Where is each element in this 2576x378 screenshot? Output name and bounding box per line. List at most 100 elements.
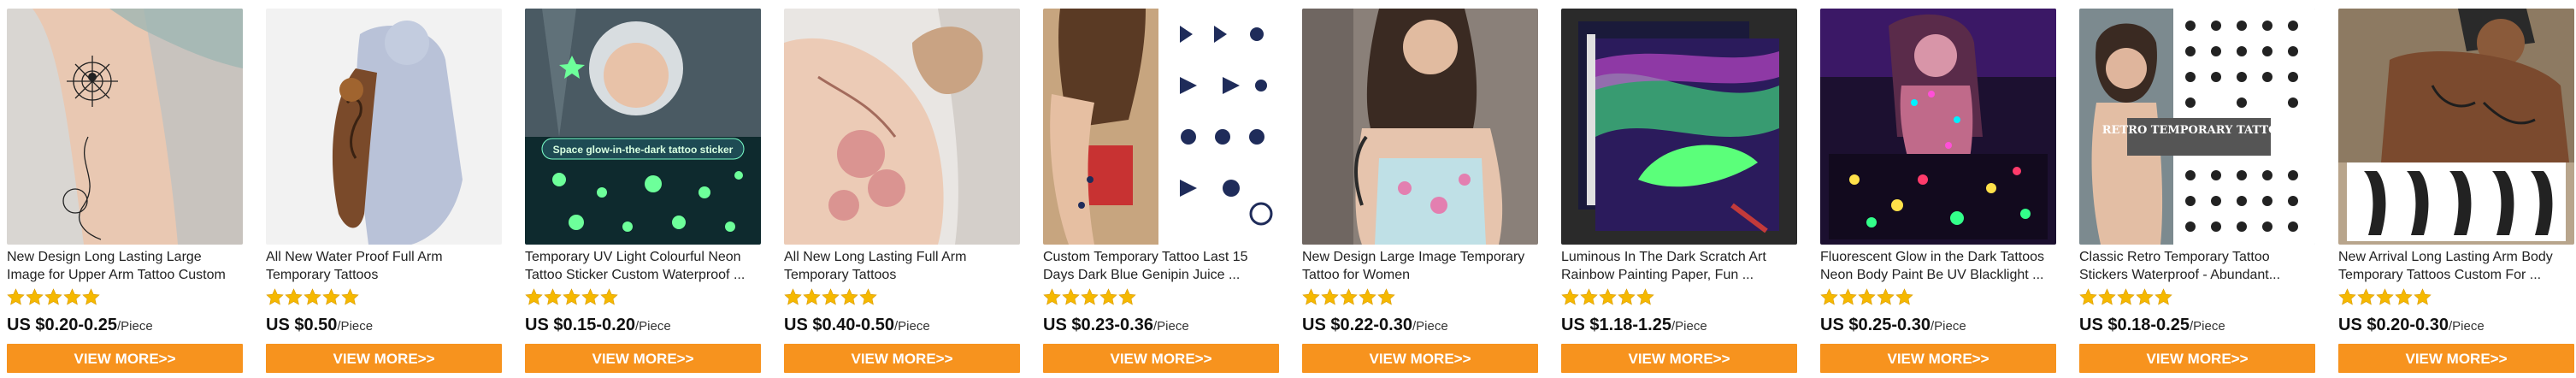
product-title[interactable]: Temporary UV Light Colourful Neon Tattoo…	[525, 248, 761, 292]
product-price: US $0.50/Piece	[266, 316, 374, 334]
star-icon	[544, 288, 562, 305]
star-icon	[2357, 288, 2375, 305]
product-card[interactable]: New Arrival Long Lasting Arm Body Tempor…	[2338, 9, 2574, 375]
rating-stars	[1820, 288, 1913, 312]
star-icon	[1636, 288, 1654, 305]
star-icon	[26, 288, 44, 305]
rating-stars	[2338, 288, 2432, 312]
view-more-button[interactable]: VIEW MORE>>	[1302, 344, 1538, 373]
product-title[interactable]: Fluorescent Glow in the Dark Tattoos Neo…	[1820, 248, 2056, 292]
view-more-button[interactable]: VIEW MORE>>	[1561, 344, 1797, 373]
star-icon	[2376, 288, 2394, 305]
star-icon	[7, 288, 25, 305]
star-icon	[1302, 288, 1320, 305]
rating-stars	[1302, 288, 1395, 312]
product-price: US $0.20-0.30/Piece	[2338, 316, 2485, 334]
star-icon	[1377, 288, 1395, 305]
star-icon	[2155, 288, 2172, 305]
product-card[interactable]: All New Water Proof Full Arm Temporary T…	[266, 9, 502, 375]
product-card[interactable]: All New Long Lasting Full Arm Temporary …	[784, 9, 1020, 375]
star-icon	[1118, 288, 1136, 305]
product-title[interactable]: Luminous In The Dark Scratch Art Rainbow…	[1561, 248, 1797, 292]
product-price: US $0.15-0.20/Piece	[525, 316, 671, 334]
star-icon	[840, 288, 858, 305]
star-icon	[1081, 288, 1099, 305]
star-icon	[1561, 288, 1579, 305]
star-icon	[822, 288, 840, 305]
star-icon	[2098, 288, 2116, 305]
product-title[interactable]: Classic Retro Temporary Tattoo Stickers …	[2079, 248, 2315, 292]
star-icon	[2395, 288, 2413, 305]
view-more-button[interactable]: VIEW MORE>>	[525, 344, 761, 373]
view-more-button[interactable]: VIEW MORE>>	[7, 344, 243, 373]
product-image[interactable]	[7, 9, 243, 245]
view-more-button[interactable]: VIEW MORE>>	[2079, 344, 2315, 373]
star-icon	[304, 288, 321, 305]
view-more-button[interactable]: VIEW MORE>>	[1043, 344, 1279, 373]
star-icon	[2079, 288, 2097, 305]
product-card[interactable]: Custom Temporary Tattoo Last 15 Days Dar…	[1043, 9, 1279, 375]
star-icon	[1321, 288, 1339, 305]
star-icon	[266, 288, 284, 305]
product-card[interactable]: New Design Long Lasting Large Image for …	[7, 9, 243, 375]
product-title[interactable]: New Design Long Lasting Large Image for …	[7, 248, 243, 292]
star-icon	[341, 288, 359, 305]
star-icon	[44, 288, 62, 305]
product-card[interactable]: Fluorescent Glow in the Dark Tattoos Neo…	[1820, 9, 2056, 375]
product-card[interactable]: Luminous In The Dark Scratch Art Rainbow…	[1561, 9, 1797, 375]
product-image[interactable]	[266, 9, 502, 245]
product-price: US $0.23-0.36/Piece	[1043, 316, 1189, 334]
star-icon	[1599, 288, 1617, 305]
product-title[interactable]: Custom Temporary Tattoo Last 15 Days Dar…	[1043, 248, 1279, 292]
star-icon	[1839, 288, 1857, 305]
product-image[interactable]	[1561, 9, 1797, 245]
product-price: US $0.20-0.25/Piece	[7, 316, 153, 334]
star-icon	[2117, 288, 2135, 305]
star-icon	[1062, 288, 1080, 305]
star-icon	[63, 288, 81, 305]
star-icon	[525, 288, 543, 305]
product-title[interactable]: All New Long Lasting Full Arm Temporary …	[784, 248, 1020, 292]
view-more-button[interactable]: VIEW MORE>>	[1820, 344, 2056, 373]
rating-stars	[7, 288, 100, 312]
star-icon	[2338, 288, 2356, 305]
product-title[interactable]: New Arrival Long Lasting Arm Body Tempor…	[2338, 248, 2574, 292]
product-image[interactable]: RETRO TEMPORARY TATTOOS	[2079, 9, 2315, 245]
product-card[interactable]: RETRO TEMPORARY TATTOOS Classic Retro Te…	[2079, 9, 2315, 375]
rating-stars	[1043, 288, 1136, 312]
star-icon	[1099, 288, 1117, 305]
product-price: US $0.25-0.30/Piece	[1820, 316, 1966, 334]
svg-text:Space glow-in-the-dark tattoo: Space glow-in-the-dark tattoo sticker	[553, 144, 734, 156]
product-title[interactable]: All New Water Proof Full Arm Temporary T…	[266, 248, 502, 292]
product-price: US $1.18-1.25/Piece	[1561, 316, 1707, 334]
star-icon	[2136, 288, 2154, 305]
product-price: US $0.22-0.30/Piece	[1302, 316, 1448, 334]
product-card[interactable]: New Design Large Image Temporary Tattoo …	[1302, 9, 1538, 375]
product-price: US $0.40-0.50/Piece	[784, 316, 930, 334]
rating-stars	[2079, 288, 2172, 312]
product-image[interactable]	[1302, 9, 1538, 245]
star-icon	[600, 288, 618, 305]
product-image[interactable]: Space glow-in-the-dark tattoo sticker	[525, 9, 761, 245]
product-card[interactable]: Space glow-in-the-dark tattoo sticker Te…	[525, 9, 761, 375]
rating-stars	[784, 288, 877, 312]
star-icon	[803, 288, 821, 305]
star-icon	[2414, 288, 2432, 305]
product-image[interactable]	[1043, 9, 1279, 245]
star-icon	[563, 288, 581, 305]
rating-stars	[1561, 288, 1654, 312]
star-icon	[1877, 288, 1895, 305]
product-image[interactable]	[784, 9, 1020, 245]
view-more-button[interactable]: VIEW MORE>>	[2338, 344, 2574, 373]
star-icon	[1858, 288, 1876, 305]
star-icon	[784, 288, 802, 305]
product-strip: New Design Long Lasting Large Image for …	[0, 0, 2576, 378]
view-more-button[interactable]: VIEW MORE>>	[266, 344, 502, 373]
product-image[interactable]	[2338, 9, 2574, 245]
product-image[interactable]	[1820, 9, 2056, 245]
product-title[interactable]: New Design Large Image Temporary Tattoo …	[1302, 248, 1538, 292]
star-icon	[1895, 288, 1913, 305]
product-price: US $0.18-0.25/Piece	[2079, 316, 2225, 334]
star-icon	[1359, 288, 1376, 305]
view-more-button[interactable]: VIEW MORE>>	[784, 344, 1020, 373]
